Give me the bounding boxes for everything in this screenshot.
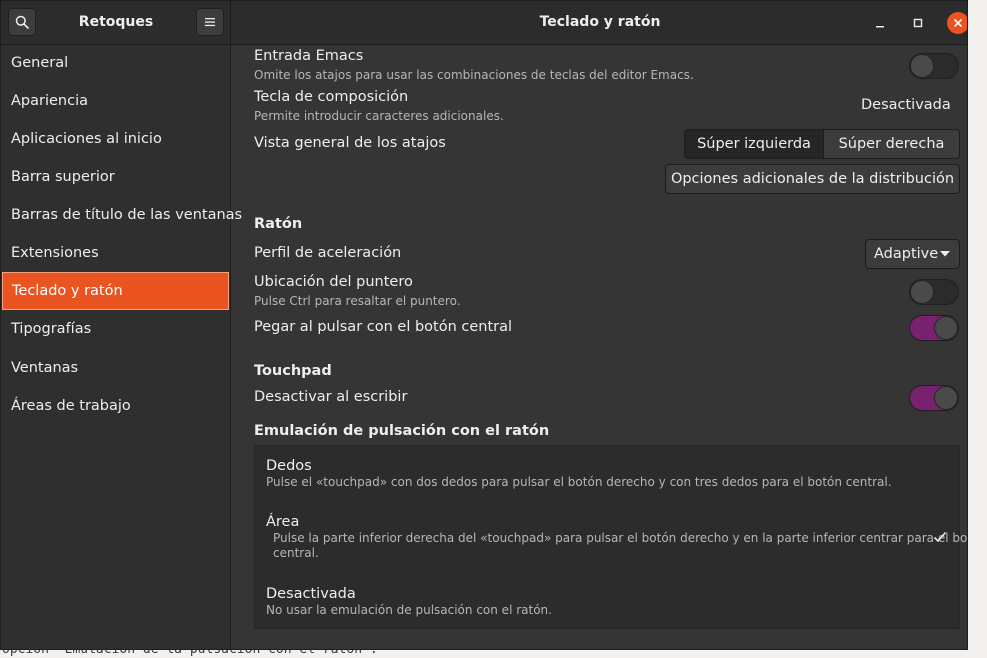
sidebar-item-teclado-y-raton[interactable]: Teclado y ratón bbox=[2, 272, 229, 310]
switch-knob bbox=[934, 316, 958, 340]
sidebar-item-extensiones[interactable]: Extensiones bbox=[1, 234, 230, 272]
option-subtitle: Pulse el «touchpad» con dos dedos para p… bbox=[266, 475, 892, 489]
overview-title: Vista general de los atajos bbox=[254, 135, 446, 151]
option-subtitle: No usar la emulación de pulsación con el… bbox=[266, 603, 552, 617]
sidebar-item-ventanas[interactable]: Ventanas bbox=[1, 349, 230, 387]
search-button[interactable] bbox=[8, 8, 36, 36]
app-title: Retoques bbox=[78, 14, 154, 30]
option-title: Dedos bbox=[266, 458, 312, 474]
search-icon bbox=[15, 15, 29, 29]
super-left-button[interactable]: Súper izquierda bbox=[684, 129, 824, 159]
switch-knob bbox=[934, 386, 958, 410]
option-subtitle-line2: central. bbox=[273, 546, 319, 560]
header-bar: Retoques Teclado y ratón bbox=[1, 1, 967, 45]
accel-value: Adaptive bbox=[874, 246, 939, 262]
compose-subtitle: Permite introducir caracteres adicionale… bbox=[254, 109, 504, 123]
accel-dropdown[interactable]: Adaptive bbox=[865, 239, 960, 269]
accel-title: Perfil de aceleración bbox=[254, 245, 402, 261]
sidebar-item-aplicaciones-al-inicio[interactable]: Aplicaciones al inicio bbox=[1, 120, 230, 158]
switch-knob bbox=[910, 280, 934, 304]
sidebar-item-barra-superior[interactable]: Barra superior bbox=[1, 158, 230, 196]
emacs-title: Entrada Emacs bbox=[254, 48, 364, 64]
disable-typing-title: Desactivar al escribir bbox=[254, 389, 408, 405]
pointer-subtitle: Pulse Ctrl para resaltar el puntero. bbox=[254, 294, 461, 308]
sidebar-item-tipografias[interactable]: Tipografías bbox=[1, 310, 230, 348]
sidebar: General Apariencia Aplicaciones al inici… bbox=[1, 44, 242, 649]
close-icon bbox=[953, 18, 963, 28]
maximize-icon bbox=[913, 18, 923, 28]
layout-options-button[interactable]: Opciones adicionales de la distribución bbox=[665, 164, 960, 194]
chevron-down-icon bbox=[940, 251, 950, 257]
emacs-subtitle: Omite los atajos para usar las combinaci… bbox=[254, 68, 694, 82]
menu-button[interactable] bbox=[196, 8, 224, 36]
checkmark-icon bbox=[933, 531, 947, 543]
maximize-button[interactable] bbox=[907, 12, 929, 34]
header-sidebar-part: Retoques bbox=[1, 1, 231, 44]
pointer-title: Ubicación del puntero bbox=[254, 274, 413, 290]
window-title: Teclado y ratón bbox=[539, 14, 661, 30]
pointer-switch[interactable] bbox=[909, 279, 959, 305]
compose-title: Tecla de composición bbox=[254, 89, 409, 105]
option-area[interactable]: Área Pulse la parte inferior derecha del… bbox=[255, 502, 967, 572]
option-title: Área bbox=[266, 514, 300, 530]
sidebar-item-general[interactable]: General bbox=[1, 44, 230, 82]
middle-paste-title: Pegar al pulsar con el botón central bbox=[254, 319, 513, 335]
switch-knob bbox=[910, 54, 934, 78]
touchpad-section-title: Touchpad bbox=[254, 363, 332, 379]
sidebar-item-areas-de-trabajo[interactable]: Áreas de trabajo bbox=[1, 387, 230, 425]
click-emulation-list: Dedos Pulse el «touchpad» con dos dedos … bbox=[254, 445, 967, 629]
minimize-button[interactable] bbox=[869, 12, 891, 34]
minimize-icon bbox=[876, 26, 884, 28]
compose-value[interactable]: Desactivada bbox=[861, 97, 951, 113]
sidebar-item-barras-de-titulo[interactable]: Barras de título de las ventanas bbox=[1, 196, 242, 234]
emacs-switch[interactable] bbox=[909, 53, 959, 79]
close-button[interactable] bbox=[947, 12, 967, 34]
sidebar-item-apariencia[interactable]: Apariencia bbox=[1, 82, 230, 120]
tweaks-window: Retoques Teclado y ratón General Aparien… bbox=[0, 0, 968, 650]
option-subtitle-line1: Pulse la parte inferior derecha del «tou… bbox=[273, 531, 968, 545]
mouse-section-title: Ratón bbox=[254, 216, 303, 232]
option-dedos[interactable]: Dedos Pulse el «touchpad» con dos dedos … bbox=[255, 446, 959, 502]
hamburger-icon bbox=[205, 18, 215, 27]
option-desactivada[interactable]: Desactivada No usar la emulación de puls… bbox=[255, 574, 959, 628]
middle-paste-switch[interactable] bbox=[909, 315, 959, 341]
click-emulation-section-title: Emulación de pulsación con el ratón bbox=[254, 423, 550, 439]
disable-typing-switch[interactable] bbox=[909, 385, 959, 411]
option-title: Desactivada bbox=[266, 586, 356, 602]
super-right-button[interactable]: Súper derecha bbox=[823, 129, 960, 159]
settings-content: Entrada Emacs Omite los atajos para usar… bbox=[231, 45, 967, 649]
